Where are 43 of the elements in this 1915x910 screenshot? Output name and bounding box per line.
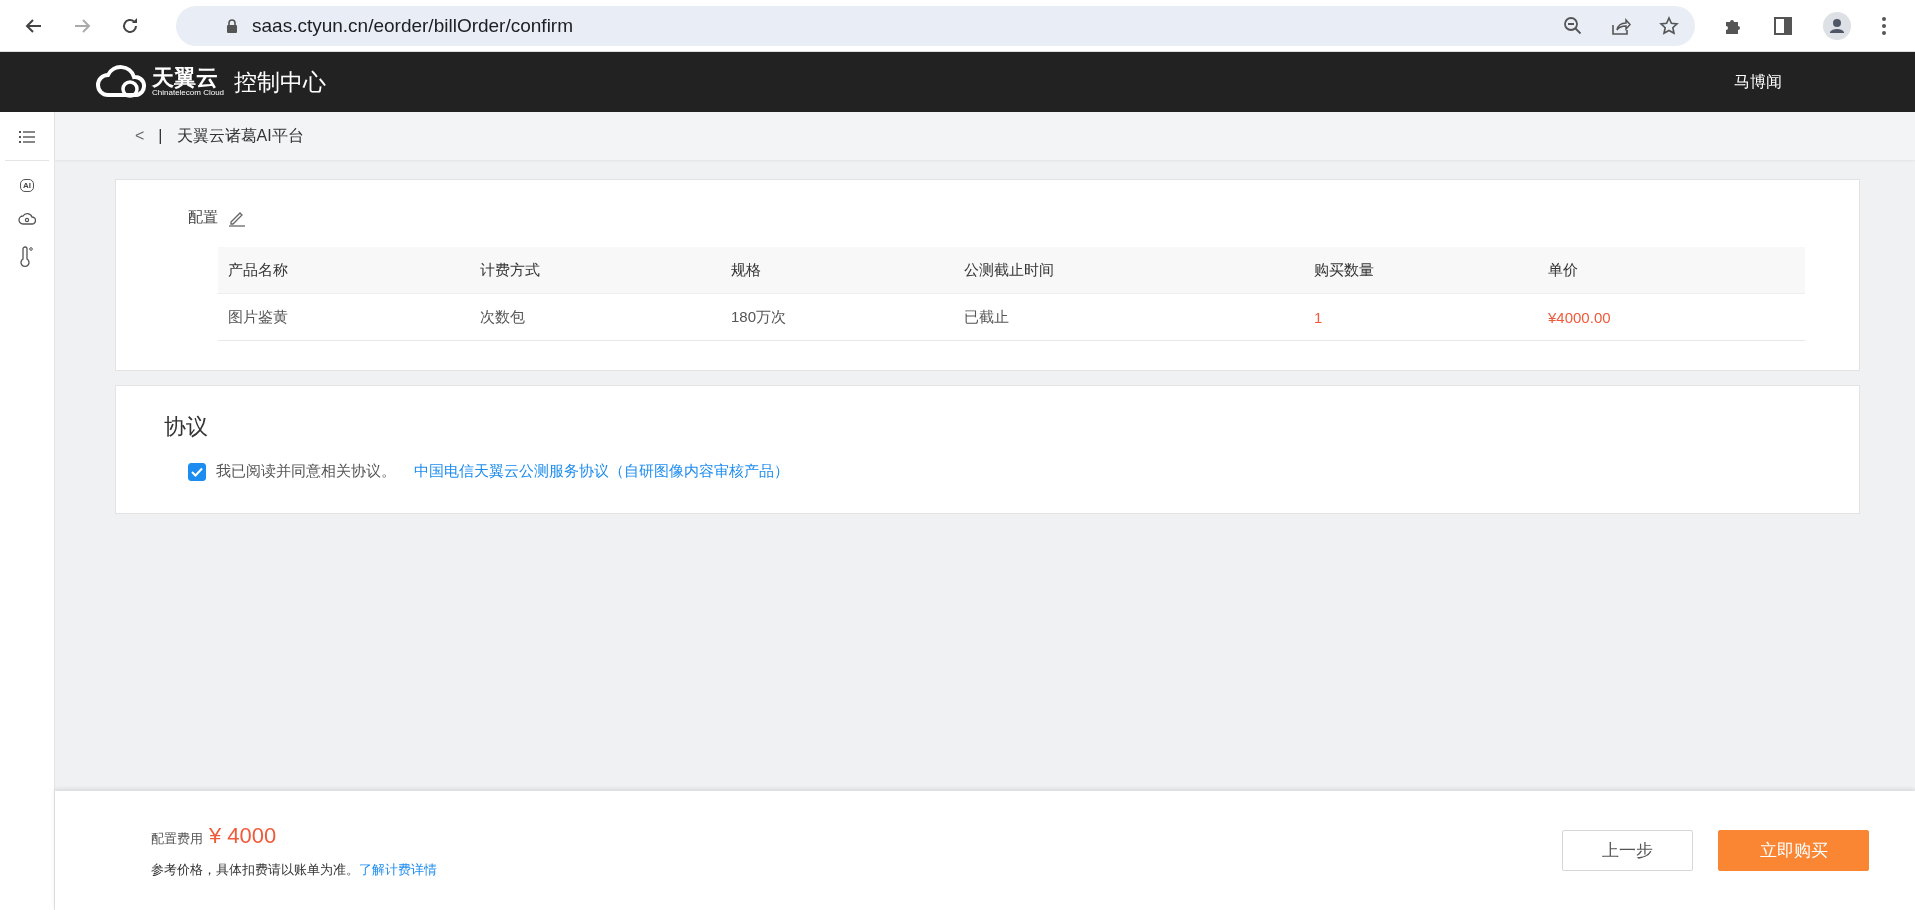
table-cell-text: 已截止 (963, 307, 1010, 327)
column-header: 产品名称 (227, 260, 289, 280)
fee-label: 配置费用 (151, 829, 203, 848)
price-note: 参考价格，具体扣费请以账单为准。 (151, 861, 359, 877)
breadcrumb-title: 天翼云诸葛AI平台 (176, 125, 304, 146)
checkbox[interactable] (188, 462, 206, 481)
profile-icon[interactable] (1823, 11, 1851, 40)
column-header: 规格 (730, 260, 762, 280)
table-cell-text: 180万次 (730, 307, 788, 327)
fee-amount: ¥ 4000 (209, 822, 277, 849)
zoom-out-icon[interactable] (1563, 15, 1583, 36)
pricing-link[interactable]: 了解计费详情 (359, 861, 437, 877)
column-header: 购买数量 (1313, 260, 1375, 280)
back-link[interactable]: < (135, 127, 145, 145)
agreement-label: 我已阅读并同意相关协议。 (216, 462, 396, 481)
menu-icon[interactable] (1881, 15, 1887, 36)
breadcrumb-separator: | (158, 127, 163, 145)
table-cell-text: 1 (1313, 308, 1324, 326)
logo-text: 天翼云 (152, 67, 219, 89)
table-cell-text: ¥4000.00 (1547, 308, 1612, 326)
column-header: 公测截止时间 (963, 260, 1055, 280)
thermometer-icon[interactable] (19, 246, 35, 268)
share-icon[interactable] (1611, 15, 1631, 36)
table-cell-text: 次数包 (479, 307, 526, 327)
column-header: 计费方式 (479, 260, 541, 280)
side-panel-icon[interactable] (1773, 15, 1793, 36)
star-icon[interactable] (1659, 15, 1679, 36)
user-name[interactable]: 马博闻 (1734, 71, 1782, 93)
ai-icon[interactable]: AI (20, 179, 34, 192)
agreement-link[interactable]: 中国电信天翼云公测服务协议（自研图像内容审核产品） (414, 462, 789, 481)
console-title: 控制中心 (234, 67, 327, 97)
previous-button[interactable]: 上一步 (1562, 830, 1693, 871)
url-text: saas.ctyun.cn/eorder/billOrder/confirm (252, 14, 574, 37)
list-icon[interactable] (19, 130, 35, 144)
logo-subtext: Chinatelecom Cloud (152, 89, 225, 97)
address-bar[interactable]: saas.ctyun.cn/eorder/billOrder/confirm (176, 5, 1695, 46)
cloud-logo-icon (96, 65, 148, 99)
column-header: 单价 (1547, 260, 1579, 280)
lock-icon (226, 18, 238, 33)
agreement-title: 协议 (164, 413, 209, 441)
cloud-gear-icon[interactable] (18, 212, 36, 226)
config-title: 配置 (188, 208, 218, 227)
table-cell-text: 图片鉴黄 (227, 307, 289, 327)
